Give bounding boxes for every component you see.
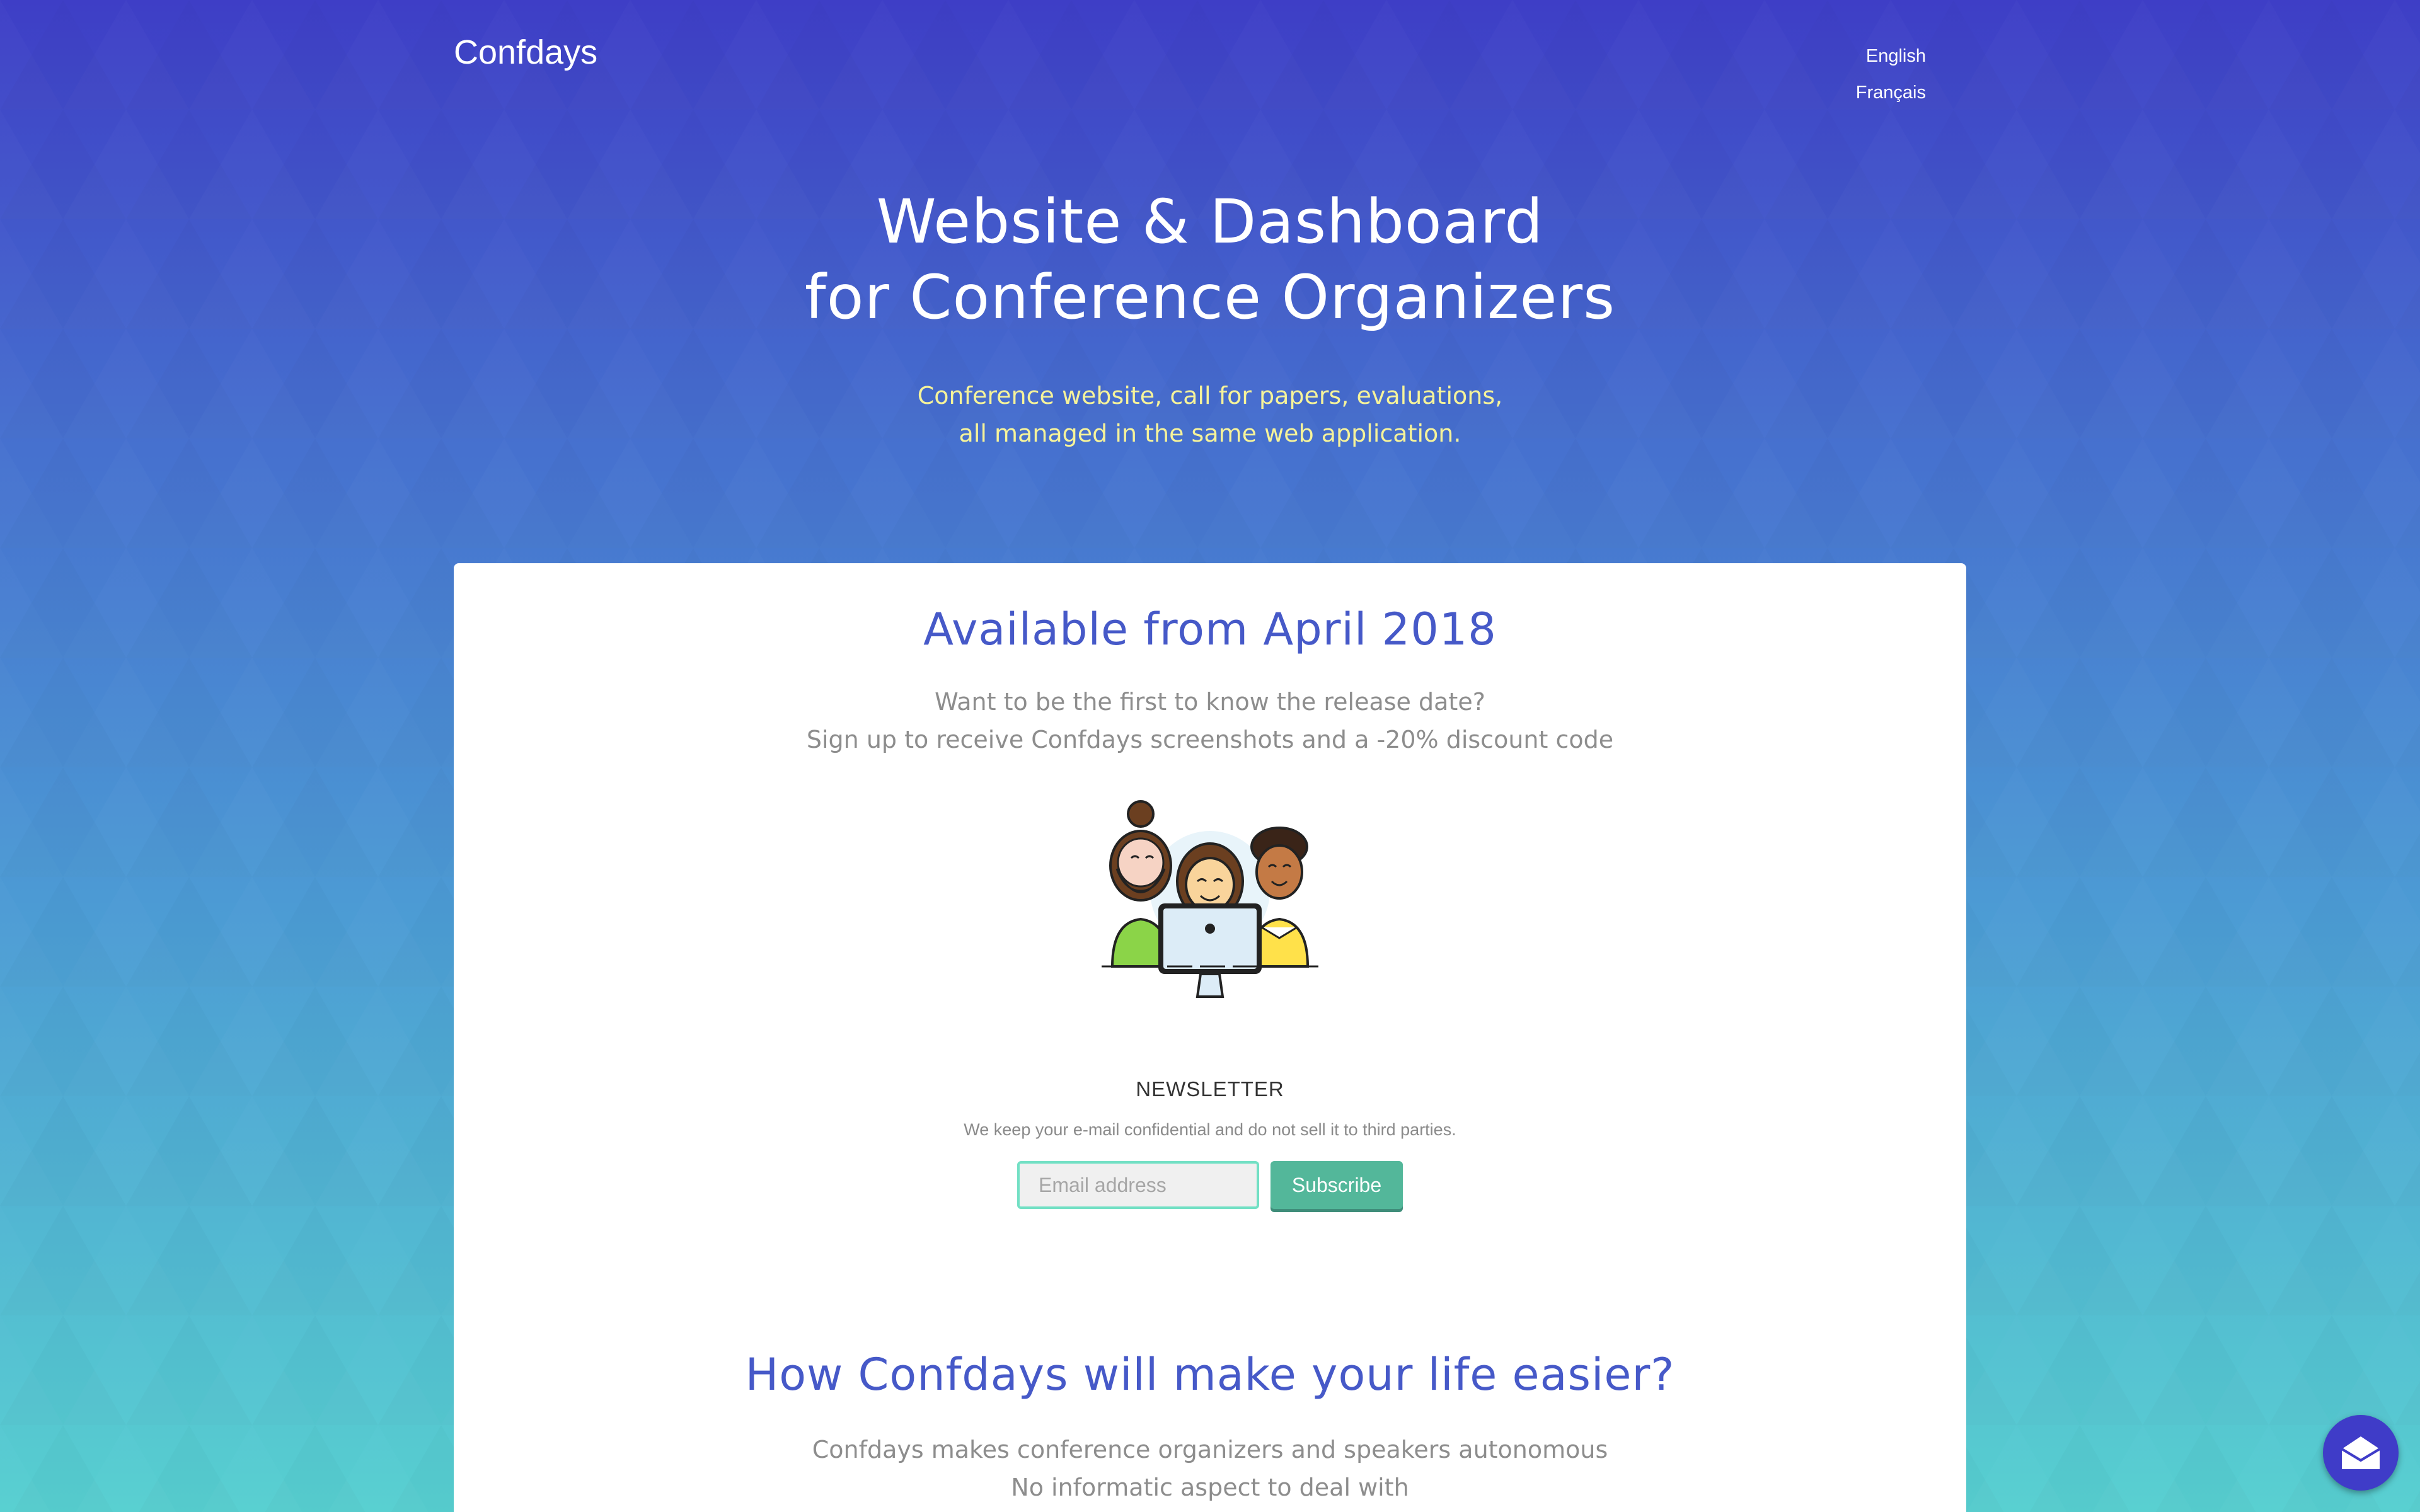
- availability-title: Available from April 2018: [923, 604, 1497, 655]
- contact-chat-button[interactable]: [2323, 1415, 2399, 1491]
- main-card: Available from April 2018 Want to be the…: [454, 563, 1966, 1512]
- availability-text: Want to be the first to know the release…: [454, 683, 1966, 759]
- availability-line2: Sign up to receive Confdays screenshots …: [806, 726, 1614, 753]
- site-header: Confdays English Français: [454, 30, 1926, 106]
- hero-subtitle-line1: Conference website, call for papers, eva…: [917, 382, 1503, 410]
- subscribe-button[interactable]: Subscribe: [1270, 1161, 1403, 1209]
- mail-icon: [2341, 1436, 2381, 1469]
- features-title: How Confdays will make your life easier?: [745, 1349, 1675, 1400]
- hero-subtitle: Conference website, call for papers, eva…: [0, 377, 2420, 452]
- team-at-computer-illustration: [1102, 800, 1318, 998]
- features-line1: Confdays makes conference organizers and…: [812, 1436, 1608, 1463]
- email-input[interactable]: [1017, 1161, 1259, 1209]
- hero-section: Website & Dashboard for Conference Organ…: [0, 184, 2420, 452]
- availability-line1: Want to be the first to know the release…: [935, 688, 1485, 716]
- language-link-english[interactable]: English: [1856, 38, 1926, 74]
- hero-title-line1: Website & Dashboard: [876, 186, 1544, 257]
- features-text: Confdays makes conference organizers and…: [454, 1431, 1966, 1506]
- features-line2: No informatic aspect to deal with: [1011, 1474, 1409, 1501]
- language-switcher: English Français: [1856, 38, 1926, 111]
- language-link-french[interactable]: Français: [1856, 74, 1926, 111]
- hero-subtitle-line2: all managed in the same web application.: [959, 420, 1461, 447]
- newsletter-form: Subscribe: [454, 1161, 1966, 1209]
- newsletter-title: NEWSLETTER: [1136, 1077, 1284, 1101]
- hero-title: Website & Dashboard for Conference Organ…: [0, 184, 2420, 335]
- site-logo[interactable]: Confdays: [454, 33, 597, 72]
- hero-title-line2: for Conference Organizers: [804, 262, 1616, 333]
- newsletter-note: We keep your e-mail confidential and do …: [964, 1120, 1456, 1139]
